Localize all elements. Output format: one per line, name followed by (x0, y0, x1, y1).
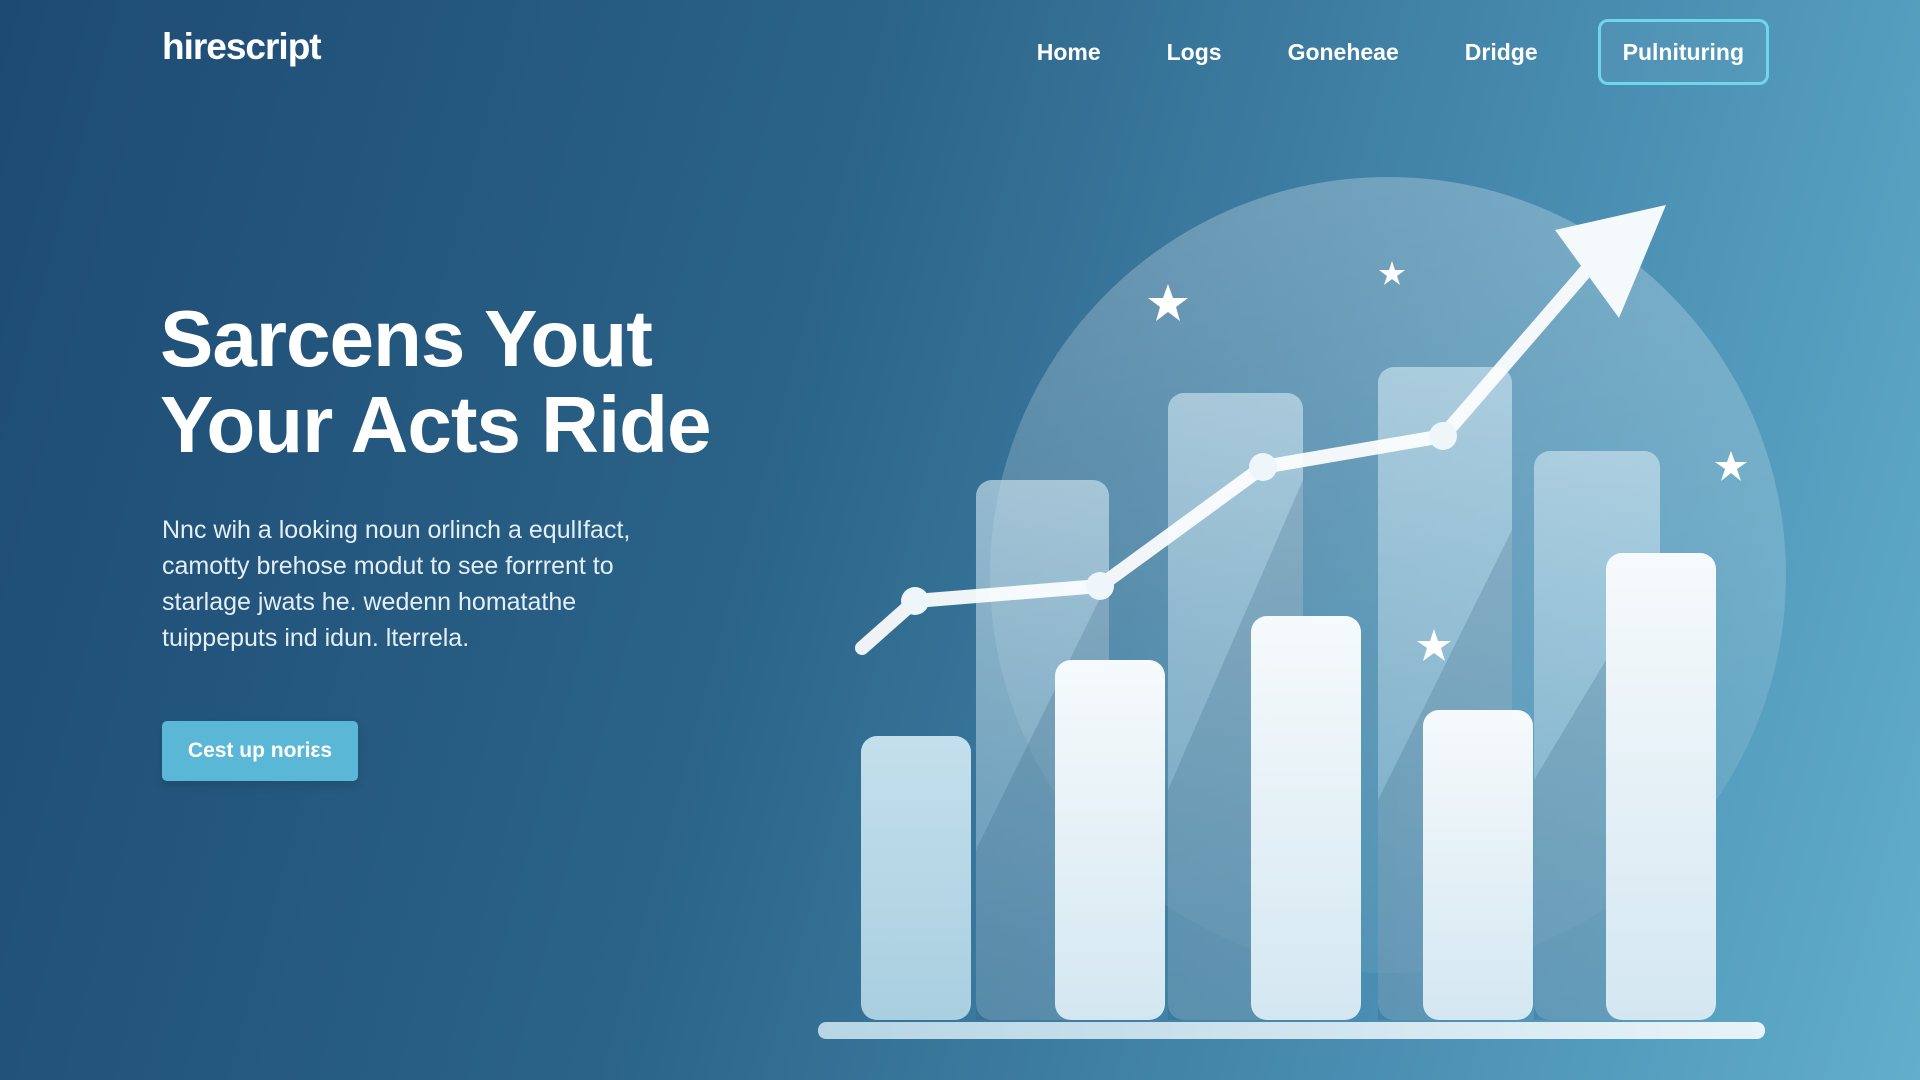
trend-point (901, 587, 929, 615)
hero-title: Sarcens Yout Your Acts Ride (160, 294, 712, 469)
hero-description-line: Nnc wih a looking noun orlinch a equlIfa… (162, 516, 631, 544)
front-bar (861, 736, 971, 1020)
main-nav: Home Logs Goneheae Dridge Pulnituring (1037, 19, 1769, 85)
front-bar (1055, 660, 1165, 1020)
trend-point (1429, 422, 1457, 450)
trend-point (1249, 453, 1277, 481)
trend-point (1086, 572, 1114, 600)
nav-link-logs[interactable]: Logs (1167, 39, 1222, 66)
nav-link-home[interactable]: Home (1037, 39, 1101, 66)
hero-title-line: Your Acts Ride (160, 380, 712, 469)
nav-link-dridge[interactable]: Dridge (1465, 39, 1538, 66)
chart-baseline (818, 1022, 1765, 1039)
header-cta-button[interactable]: Pulnituring (1597, 19, 1769, 85)
logo[interactable]: hirescript (162, 26, 322, 68)
landing-page: hirescript Home Logs Goneheae Dridge Pul… (0, 0, 1920, 1080)
hero-title-line: Sarcens Yout (160, 294, 653, 383)
nav-link-goneheae[interactable]: Goneheae (1288, 39, 1399, 66)
front-bar (1423, 710, 1533, 1020)
hero-description-line: camotty brehose modut to see forrrent to (162, 552, 614, 580)
front-bar (1251, 616, 1361, 1020)
front-bar (1606, 553, 1716, 1020)
hero-description: Nnc wih a looking noun orlinch a equlIfa… (162, 512, 722, 656)
hero-description-line: starlage jwats he. wedenn homatathe (162, 588, 577, 616)
hero-cta-button[interactable]: Cest up noriεs (162, 721, 358, 781)
hero-description-line: tuippeputs ind idun. lterrela. (162, 624, 470, 652)
growth-chart-illustration (818, 177, 1786, 1039)
